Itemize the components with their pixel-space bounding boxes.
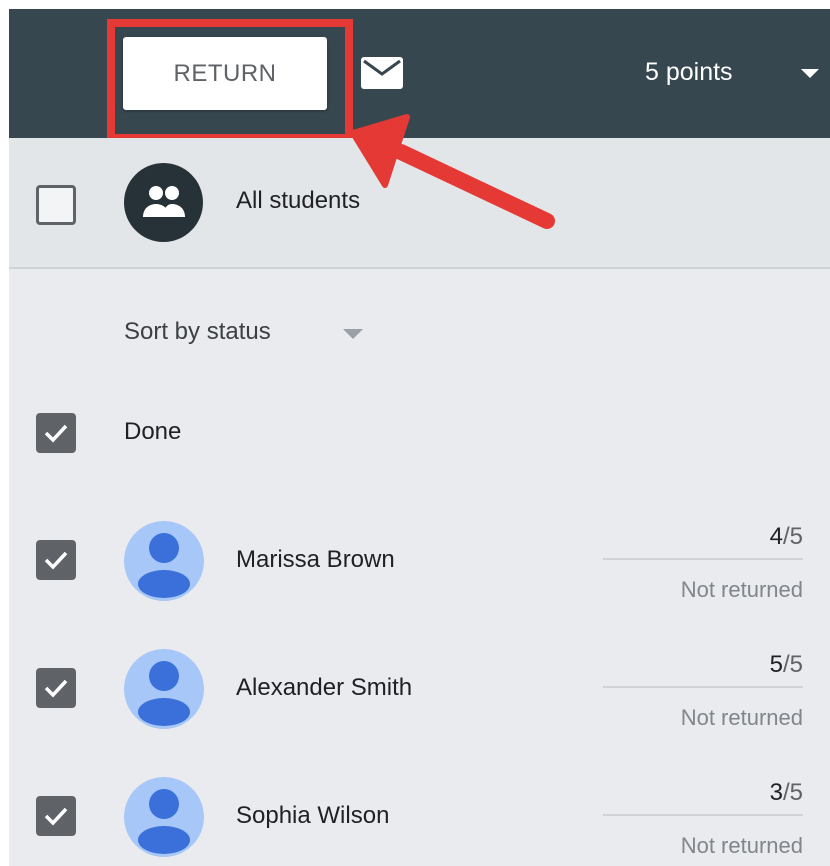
done-group-checkbox[interactable] <box>36 413 76 453</box>
student-checkbox[interactable] <box>36 540 76 580</box>
grade-underline <box>603 686 803 688</box>
grade-field[interactable]: 4/5 <box>603 523 803 551</box>
status-text: Not returned <box>680 577 803 602</box>
student-name: Sophia Wilson <box>236 802 390 829</box>
done-group-label: Done <box>124 418 182 445</box>
student-checkbox[interactable] <box>36 796 76 836</box>
annotation-arrow <box>350 114 555 229</box>
grade-field[interactable]: 3/5 <box>603 779 803 807</box>
status-text: Not returned <box>680 705 803 730</box>
person-avatar-icon <box>124 649 204 729</box>
student-name: Marissa Brown <box>236 546 395 573</box>
student-checkbox[interactable] <box>36 668 76 708</box>
status-text: Not returned <box>680 833 803 858</box>
person-avatar-icon <box>124 521 204 601</box>
checkbox-check-icon <box>44 424 68 443</box>
grade-underline <box>603 814 803 816</box>
grade-field[interactable]: 5/5 <box>603 651 803 679</box>
student-name: Alexander Smith <box>236 674 413 701</box>
app-frame: RETURN 5 points All students Sort by sta… <box>9 9 830 866</box>
checkbox-check-icon <box>44 807 68 826</box>
grade-underline <box>603 558 803 560</box>
sort-dropdown-caret-icon[interactable] <box>343 329 363 339</box>
checkbox-check-icon <box>44 679 68 698</box>
checkbox-check-icon <box>44 551 68 570</box>
sort-by-status-dropdown[interactable]: Sort by status <box>124 318 271 346</box>
person-avatar-icon <box>124 777 204 857</box>
